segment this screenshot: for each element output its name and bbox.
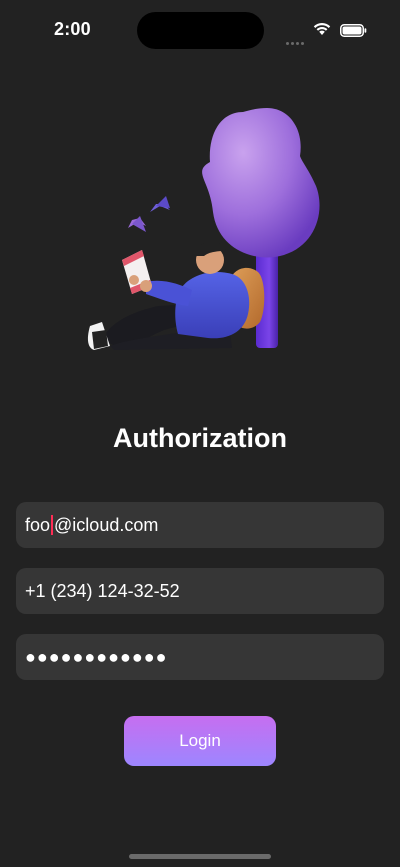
email-field[interactable]: foo @icloud.com — [16, 502, 384, 548]
page-title: Authorization — [113, 423, 287, 453]
email-text-before-caret: foo — [25, 514, 51, 535]
login-button[interactable]: Login — [124, 716, 276, 766]
cellular-signal-icon — [286, 32, 308, 45]
authorization-screen: 2:00 Authorization foo @icloud.com +1 (2… — [0, 0, 400, 867]
phone-field[interactable]: +1 (234) 124-32-52 — [16, 568, 384, 614]
text-caret — [51, 515, 54, 535]
status-bar: 2:00 — [0, 0, 400, 60]
password-field[interactable]: ●●●●●●●●●●●● — [16, 634, 384, 680]
home-indicator[interactable] — [129, 854, 271, 859]
person-reading-under-tree-illustration — [87, 108, 320, 350]
email-text-after-caret: @icloud.com — [54, 514, 159, 535]
login-button-label: Login — [179, 731, 221, 750]
battery-icon — [340, 24, 367, 37]
wifi-icon — [313, 23, 331, 35]
password-value: ●●●●●●●●●●●● — [25, 647, 168, 667]
phone-value: +1 (234) 124-32-52 — [25, 580, 180, 601]
status-time: 2:00 — [54, 19, 91, 39]
dynamic-island — [137, 12, 264, 49]
